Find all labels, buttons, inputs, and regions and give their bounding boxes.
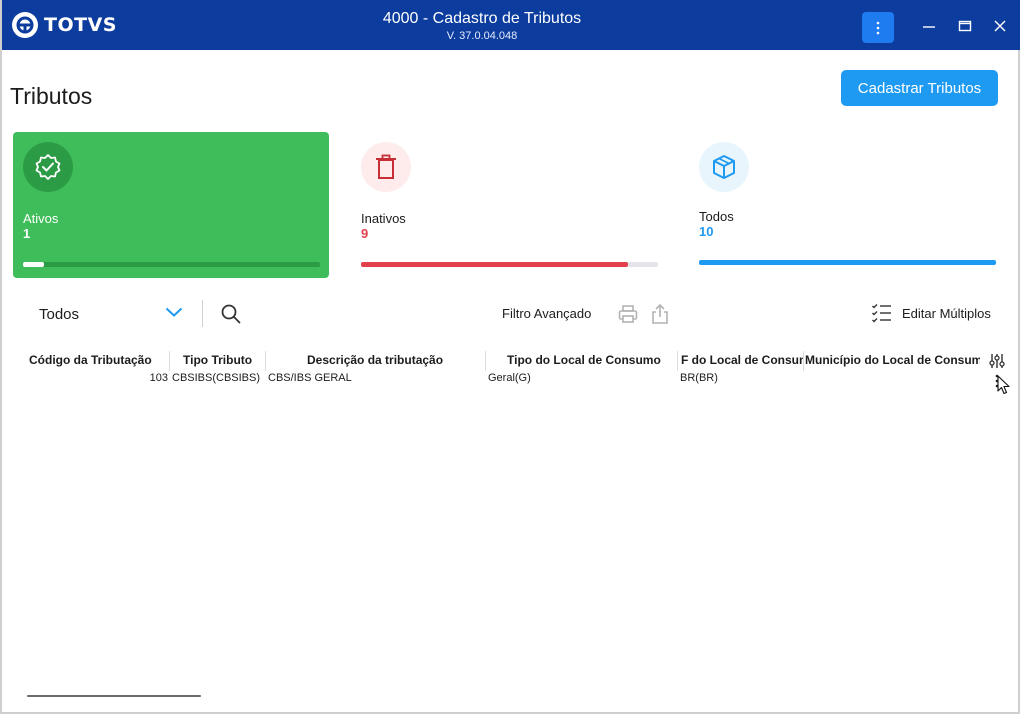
sliders-icon <box>989 354 1005 368</box>
card-inativos-value: 9 <box>361 226 369 241</box>
column-settings-button[interactable] <box>989 353 1005 369</box>
maximize-icon <box>958 20 972 32</box>
window-title-block: 4000 - Cadastro de Tributos V. 37.0.04.0… <box>332 9 632 43</box>
card-inativos-label: Inativos <box>361 211 406 226</box>
column-resize-handle[interactable] <box>803 351 804 371</box>
advanced-filter-link[interactable]: Filtro Avançado <box>502 306 591 321</box>
kebab-icon <box>876 21 880 34</box>
app-menu-button[interactable] <box>862 12 894 43</box>
version-label: V. 37.0.04.048 <box>446 30 518 42</box>
card-ativos-value: 1 <box>23 226 31 241</box>
add-tributo-button[interactable]: Cadastrar Tributos <box>841 70 998 106</box>
cell-codigo: 103 <box>149 372 168 384</box>
column-header-municipio[interactable]: Município do Local de Consumo <box>805 353 980 367</box>
card-ativos[interactable]: Ativos 1 <box>13 132 329 278</box>
cell-uf-local: BR(BR) <box>680 372 718 384</box>
column-header-codigo[interactable]: Código da Tributação <box>29 353 164 367</box>
column-header-tipo-local[interactable]: Tipo do Local de Consumo <box>507 353 672 367</box>
horizontal-scrollbar[interactable] <box>27 695 201 697</box>
print-button[interactable] <box>617 303 639 325</box>
trash-icon <box>361 142 411 192</box>
column-header-descricao[interactable]: Descrição da tributação <box>307 353 477 367</box>
card-inativos[interactable]: Inativos 9 <box>351 132 667 278</box>
column-resize-handle[interactable] <box>677 351 678 371</box>
column-resize-handle[interactable] <box>169 351 170 371</box>
printer-icon <box>618 305 638 323</box>
cell-tipo: CBSIBS(CBSIBS) <box>172 372 261 384</box>
toolbar-divider <box>202 300 203 327</box>
cell-descricao: CBS/IBS GERAL <box>268 372 352 384</box>
app-window: TOTVS 4000 - Cadastro de Tributos V. 37.… <box>0 0 1020 714</box>
close-icon <box>994 20 1006 32</box>
card-todos-label: Todos <box>699 209 734 224</box>
window-title: 4000 - Cadastro de Tributos <box>382 10 582 27</box>
card-ativos-progress-fill <box>23 262 44 267</box>
status-filter-value: Todos <box>39 306 80 323</box>
minimize-button[interactable] <box>917 14 941 38</box>
totvs-logo: TOTVS <box>12 11 117 39</box>
status-filter-select[interactable]: Todos <box>29 300 189 328</box>
totvs-logo-icon <box>12 12 38 38</box>
card-ativos-label: Ativos <box>23 211 59 226</box>
export-button[interactable] <box>650 303 670 325</box>
card-todos-value: 10 <box>699 224 714 239</box>
checklist-icon <box>872 304 891 323</box>
card-todos[interactable]: Todos 10 <box>689 132 1005 278</box>
chevron-down-icon <box>165 307 183 317</box>
box-icon <box>699 142 749 192</box>
mouse-cursor-icon <box>997 375 1010 395</box>
search-button[interactable] <box>219 302 243 326</box>
card-todos-progress-fill <box>699 260 996 265</box>
check-badge-icon <box>23 142 73 192</box>
card-inativos-progress <box>361 262 658 267</box>
cell-tipo-local: Geral(G) <box>488 372 531 384</box>
page-title: Tributos <box>10 83 93 109</box>
column-header-tipo[interactable]: Tipo Tributo <box>183 353 258 367</box>
card-ativos-progress <box>23 262 320 267</box>
maximize-button[interactable] <box>953 14 977 38</box>
title-bar: TOTVS 4000 - Cadastro de Tributos V. 37.… <box>2 0 1020 50</box>
card-todos-progress <box>699 260 996 265</box>
column-resize-handle[interactable] <box>485 351 486 371</box>
edit-multiple-label: Editar Múltiplos <box>902 305 991 321</box>
search-icon <box>221 304 241 324</box>
logo-text: TOTVS <box>44 14 117 36</box>
column-header-uf-local[interactable]: F do Local de Consum <box>681 353 803 367</box>
edit-multiple-button[interactable]: Editar Múltiplos <box>871 302 991 324</box>
minimize-icon <box>923 26 935 28</box>
share-icon <box>652 303 668 324</box>
close-button[interactable] <box>988 14 1012 38</box>
card-inativos-progress-fill <box>361 262 629 267</box>
column-resize-handle[interactable] <box>265 351 266 371</box>
